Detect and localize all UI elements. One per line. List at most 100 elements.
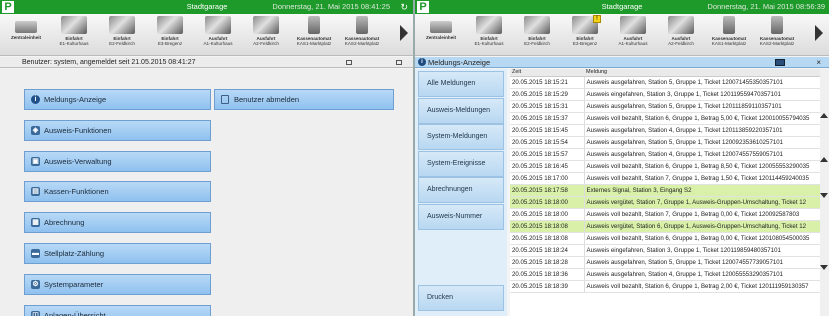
device-location: KAS1-Marktplatz xyxy=(711,41,747,46)
device-icon xyxy=(15,21,37,33)
menu-button-label: Systemparameter xyxy=(44,279,104,289)
date-time: Donnerstag, 21. Mai 2015 08:56:39 xyxy=(707,2,825,11)
row-time: 20.05.2015 18:18:08 xyxy=(510,220,585,233)
chevron-right-icon[interactable] xyxy=(400,25,408,41)
table-row[interactable]: 20.05.2015 18:15:54 Ausweis ausgefahren, … xyxy=(510,136,820,149)
sidenav-item[interactable]: System-Ereignisse xyxy=(418,150,504,177)
device-icon xyxy=(476,16,502,34)
menu-button-label: Stellplatz-Zählung xyxy=(44,249,105,258)
device-name: Zentraleinheit xyxy=(425,35,457,40)
column-header-time[interactable]: Zeit xyxy=(510,69,584,77)
device-location: A2-Feldkirch xyxy=(668,41,694,46)
toolbar-device[interactable]: Kassenautomat KAS2-Marktplatz xyxy=(338,16,386,54)
toolbar-device[interactable]: Ausfahrt A1-Kulturhaus xyxy=(194,16,242,54)
menu-button-systemparameter[interactable]: ⚙ Systemparameter xyxy=(24,273,211,295)
table-row[interactable]: 20.05.2015 18:18:36 Ausweis ausgefahren, … xyxy=(510,268,820,281)
table-row[interactable]: 20.05.2015 18:18:24 Ausweis eingefahren, … xyxy=(510,244,820,257)
id-card-icon: ◈ xyxy=(31,125,40,135)
table-row[interactable]: 20.05.2015 18:16:45 Ausweis voll bezahlt,… xyxy=(510,160,820,173)
menu-button-abrechnung[interactable]: ▦ Abrechnung xyxy=(24,212,211,234)
device-location: A1-Kulturhaus xyxy=(618,41,648,46)
menu-button-ausweis-funktionen[interactable]: ◈ Ausweis-Funktionen xyxy=(24,119,211,141)
device-location: KAS1-Marktplatz xyxy=(296,41,332,46)
sidenav-item[interactable]: Abrechnungen xyxy=(418,177,504,204)
row-time: 20.05.2015 18:17:58 xyxy=(510,184,585,197)
toolbar-device[interactable]: Zentraleinheit xyxy=(417,16,465,54)
table-row[interactable]: 20.05.2015 18:15:37 Ausweis voll bezahlt,… xyxy=(510,112,820,125)
logout-button[interactable]: Benutzer abmelden xyxy=(214,89,394,110)
menu-button-label: Meldungs-Anzeige xyxy=(44,95,107,104)
car-icon: ▬ xyxy=(31,249,40,258)
row-time: 20.05.2015 18:18:00 xyxy=(510,208,585,221)
device-icon xyxy=(157,16,183,34)
minimize-icon[interactable] xyxy=(346,60,352,65)
monitor-icon[interactable] xyxy=(775,59,785,66)
toolbar-device[interactable]: Kassenautomat KAS1-Marktplatz xyxy=(290,16,338,54)
table-row[interactable]: 20.05.2015 18:15:57 Ausweis ausgefahren, … xyxy=(510,148,820,161)
menu-button-kassen-funktionen[interactable]: ▤ Kassen-Funktionen xyxy=(24,181,211,203)
row-message: Ausweis eingefahren, Station 3, Gruppe 1… xyxy=(584,244,820,257)
log-scrollbar[interactable] xyxy=(820,69,829,316)
column-header-message[interactable]: Meldung xyxy=(584,69,820,77)
table-row[interactable]: 20.05.2015 18:18:08 Ausweis voll bezahlt,… xyxy=(510,232,820,245)
menu-button-stellplatz-zählung[interactable]: ▬ Stellplatz-Zählung xyxy=(24,243,211,264)
device-name: Zentraleinheit xyxy=(10,35,42,40)
toolbar-device[interactable]: ! Einfahrt E3-Bregenz xyxy=(561,15,609,54)
page-up-icon[interactable] xyxy=(820,113,828,118)
toolbar-device[interactable]: Zentraleinheit xyxy=(2,16,50,54)
scroll-down-icon[interactable] xyxy=(820,193,828,198)
sidenav-item[interactable]: System-Meldungen xyxy=(418,124,504,151)
overview-icon: ◫ xyxy=(31,310,40,316)
toolbar-device[interactable]: Kassenautomat KAS2-Marktplatz xyxy=(753,16,801,54)
row-time: 20.05.2015 18:16:45 xyxy=(510,160,585,173)
menu-button-anlagen-übersicht[interactable]: ◫ Anlagen-Übersicht xyxy=(24,304,211,316)
toolbar-device[interactable]: Ausfahrt A1-Kulturhaus xyxy=(609,16,657,54)
table-row[interactable]: 20.05.2015 18:18:08 Ausweis vergütet, Sta… xyxy=(510,220,820,233)
menu-button-label: Anlagen-Übersicht xyxy=(44,310,106,316)
toolbar-device[interactable]: Kassenautomat KAS1-Marktplatz xyxy=(705,16,753,54)
menu-button-ausweis-verwaltung[interactable]: ▣ Ausweis-Verwaltung xyxy=(24,150,211,172)
toolbar-device[interactable]: Einfahrt E2-Feldkirch xyxy=(98,16,146,54)
device-location: A2-Feldkirch xyxy=(253,41,279,46)
logout-label: Benutzer abmelden xyxy=(234,95,300,104)
close-icon[interactable]: × xyxy=(816,57,821,68)
row-message: Ausweis vergütet, Station 6, Gruppe 1, A… xyxy=(584,220,820,233)
sidenav-item[interactable]: Ausweis-Meldungen xyxy=(418,97,504,124)
table-row[interactable]: 20.05.2015 18:18:39 Ausweis voll bezahlt,… xyxy=(510,280,820,293)
chevron-right-icon[interactable] xyxy=(815,25,823,41)
table-row[interactable]: 20.05.2015 18:17:58 Externes Signal, Stat… xyxy=(510,184,820,197)
row-message: Ausweis ausgefahren, Station 5, Gruppe 1… xyxy=(584,76,820,89)
row-message: Ausweis ausgefahren, Station 5, Gruppe 1… xyxy=(584,100,820,113)
maximize-icon[interactable] xyxy=(396,60,402,65)
toolbar-device[interactable]: Ausfahrt A2-Feldkirch xyxy=(242,16,290,54)
table-row[interactable]: 20.05.2015 18:17:00 Ausweis voll bezahlt,… xyxy=(510,172,820,185)
table-row[interactable]: 20.05.2015 18:15:45 Ausweis ausgefahren, … xyxy=(510,124,820,137)
device-location: E3-Bregenz xyxy=(572,41,598,46)
row-message: Ausweis voll bezahlt, Station 6, Gruppe … xyxy=(584,160,820,173)
toolbar-device[interactable]: Einfahrt E3-Bregenz xyxy=(146,16,194,54)
sidenav-item[interactable]: Alle Meldungen xyxy=(418,71,504,97)
refresh-icon[interactable]: ↻ xyxy=(400,0,408,14)
toolbar-device[interactable]: Einfahrt E1-Kulturhaus xyxy=(50,16,98,54)
table-row[interactable]: 20.05.2015 18:15:31 Ausweis ausgefahren, … xyxy=(510,100,820,113)
row-message: Ausweis ausgefahren, Station 4, Gruppe 1… xyxy=(584,148,820,161)
menu-button-meldungs-anzeige[interactable]: i Meldungs-Anzeige xyxy=(24,89,211,110)
sidenav-item[interactable]: Ausweis-Nummer xyxy=(418,204,504,230)
table-row[interactable]: 20.05.2015 18:18:00 Ausweis voll bezahlt,… xyxy=(510,208,820,221)
device-location: E2-Feldkirch xyxy=(524,41,550,46)
device-icon xyxy=(253,16,279,34)
table-row[interactable]: 20.05.2015 18:18:00 Ausweis vergütet, Sta… xyxy=(510,196,820,209)
table-row[interactable]: 20.05.2015 18:15:29 Ausweis eingefahren, … xyxy=(510,88,820,101)
row-message: Ausweis voll bezahlt, Station 7, Gruppe … xyxy=(584,172,820,185)
title-bar: P Stadtgarage Donnerstag, 21. Mai 2015 0… xyxy=(415,0,829,14)
toolbar-device[interactable]: Einfahrt E1-Kulturhaus xyxy=(465,16,513,54)
print-button[interactable]: Drucken xyxy=(418,285,504,311)
table-row[interactable]: 20.05.2015 18:15:21 Ausweis ausgefahren, … xyxy=(510,76,820,89)
toolbar-device[interactable]: Einfahrt E2-Feldkirch xyxy=(513,16,561,54)
scroll-up-icon[interactable] xyxy=(820,157,828,162)
device-icon xyxy=(205,16,231,34)
toolbar-device[interactable]: Ausfahrt A2-Feldkirch xyxy=(657,16,705,54)
message-filter-nav: Alle Meldungen Ausweis-Meldungen System-Me… xyxy=(415,69,507,316)
table-row[interactable]: 20.05.2015 18:18:28 Ausweis ausgefahren, … xyxy=(510,256,820,269)
page-down-icon[interactable] xyxy=(820,265,828,270)
